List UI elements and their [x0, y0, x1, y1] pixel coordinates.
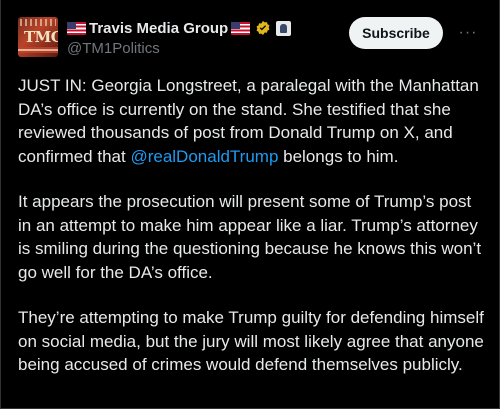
- post-text: JUST IN: Georgia Longstreet, a paralegal…: [18, 74, 488, 399]
- us-flag-icon: [67, 21, 86, 35]
- avatar-stars-decoration: [20, 19, 56, 26]
- subscribe-button[interactable]: Subscribe: [349, 17, 443, 49]
- avatar-text: TMG: [24, 28, 58, 46]
- display-name[interactable]: Travis Media Group: [89, 20, 228, 37]
- handle[interactable]: @TM1Politics: [67, 40, 160, 57]
- avatar-stripes-decoration: [18, 47, 58, 53]
- post-card: TMG Travis Media Group @TM1Politics Subs…: [0, 0, 500, 409]
- mention-link[interactable]: @realDonaldTrump: [130, 147, 278, 166]
- affiliate-badge-icon[interactable]: [276, 20, 292, 36]
- us-flag-icon: [231, 21, 251, 35]
- post-paragraph-2: It appears the prosecution will present …: [18, 192, 482, 282]
- author-name-row[interactable]: Travis Media Group: [67, 17, 292, 39]
- more-icon[interactable]: ···: [456, 21, 480, 45]
- paragraph-1-after: belongs to him.: [278, 146, 399, 166]
- post-paragraph-3: They’re attempting to make Trump guilty …: [18, 308, 484, 374]
- post-paragraph-1: JUST IN: Georgia Longstreet, a paralegal…: [18, 74, 488, 168]
- avatar[interactable]: TMG: [18, 17, 58, 57]
- verified-badge-icon[interactable]: [255, 20, 271, 36]
